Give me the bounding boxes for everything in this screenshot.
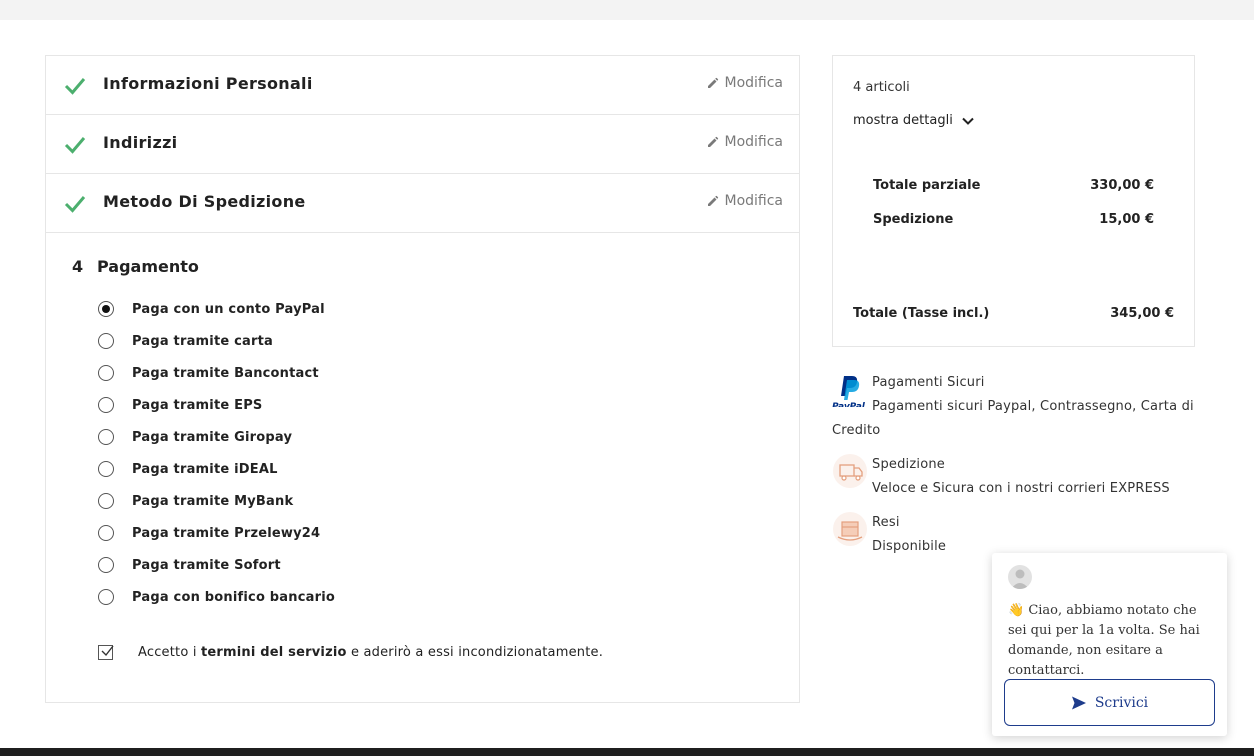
payment-option-bank-transfer[interactable]: Paga con bonifico bancario [98, 586, 335, 608]
reassurance-description: Veloce e Sicura con i nostri corrieri EX… [872, 481, 1170, 496]
chat-write-button[interactable]: Scrivici [1004, 679, 1215, 726]
payment-option-label: Paga tramite MyBank [132, 493, 294, 509]
checkmark-icon [64, 196, 86, 213]
reassurance-text: Spedizione Veloce e Sicura con i nostri … [832, 453, 1197, 501]
edit-shipping-method-button[interactable]: Modifica [707, 193, 783, 209]
payment-option-mybank[interactable]: Paga tramite MyBank [98, 490, 293, 512]
radio-button[interactable] [98, 301, 114, 317]
shipping-label: Spedizione [873, 212, 954, 227]
return-box-icon [833, 512, 867, 546]
pencil-icon [708, 195, 719, 206]
top-bar [0, 0, 1254, 20]
reassurance-title: Resi [872, 515, 900, 530]
payment-option-label: Paga tramite Sofort [132, 557, 281, 573]
footer-bar [0, 748, 1254, 756]
subtotal-label: Totale parziale [873, 178, 981, 193]
pencil-icon [708, 77, 719, 88]
reassurance-description: Pagamenti sicuri Paypal, Contrassegno, C… [832, 399, 1194, 438]
payment-option-paypal[interactable]: Paga con un conto PayPal [98, 298, 325, 320]
reassurance-title: Spedizione [872, 457, 945, 472]
delivery-truck-icon [833, 454, 867, 488]
edit-personal-info-button[interactable]: Modifica [707, 75, 783, 91]
payment-option-label: Paga tramite EPS [132, 397, 263, 413]
chat-button-label: Scrivici [1094, 694, 1149, 711]
step-title: Indirizzi [103, 133, 178, 152]
checkmark-icon [64, 78, 86, 95]
edit-label: Modifica [724, 193, 783, 209]
reassurance-returns: Resi Disponibile [832, 511, 1197, 559]
total-value: 345,00 € [1110, 306, 1174, 321]
payment-option-label: Paga con bonifico bancario [132, 589, 336, 605]
radio-button[interactable] [98, 589, 114, 605]
shipping-value: 15,00 € [1099, 212, 1154, 227]
payment-option-label: Paga tramite Przelewy24 [132, 525, 321, 541]
edit-label: Modifica [724, 75, 783, 91]
terms-text: Accetto i termini del servizio e aderirò… [138, 645, 603, 660]
pencil-icon [708, 136, 719, 147]
terms-prefix: Accetto i [138, 645, 201, 660]
subtotal-value: 330,00 € [1090, 178, 1154, 193]
wave-emoji: 👋 [1008, 603, 1025, 618]
svg-text:PayPal: PayPal [832, 402, 866, 407]
terms-checkbox[interactable] [98, 645, 114, 660]
reassurance-text: Resi Disponibile [832, 511, 1197, 559]
terms-of-service-link[interactable]: termini del servizio [201, 645, 347, 660]
reassurance-text: Pagamenti Sicuri Pagamenti sicuri Paypal… [832, 371, 1197, 443]
radio-button[interactable] [98, 333, 114, 349]
payment-option-bancontact[interactable]: Paga tramite Bancontact [98, 362, 319, 384]
step-title: Pagamento [97, 257, 199, 276]
payment-option-przelewy24[interactable]: Paga tramite Przelewy24 [98, 522, 320, 544]
send-icon [1071, 696, 1086, 709]
radio-button[interactable] [98, 397, 114, 413]
step-addresses: Indirizzi Modifica [46, 115, 799, 174]
reassurance-secure-payments: PayPal Pagamenti Sicuri Pagamenti sicuri… [832, 371, 1197, 443]
terms-suffix: e aderirò a essi incondizionatamente. [346, 645, 604, 660]
radio-button[interactable] [98, 461, 114, 477]
order-summary: 4 articoli mostra dettagli Totale parzia… [832, 55, 1195, 347]
reassurance-shipping: Spedizione Veloce e Sicura con i nostri … [832, 453, 1197, 501]
user-icon [1011, 569, 1029, 589]
step-number: 4 [72, 257, 84, 276]
payment-option-label: Paga tramite Giropay [132, 429, 293, 445]
show-details-toggle[interactable]: mostra dettagli [853, 113, 975, 128]
payment-option-label: Paga tramite Bancontact [132, 365, 319, 381]
radio-button[interactable] [98, 365, 114, 381]
chat-widget: 👋 Ciao, abbiamo notato che sei qui per l… [992, 553, 1227, 736]
terms-agreement: Accetto i termini del servizio e aderirò… [98, 645, 603, 660]
checkmark-icon [64, 137, 86, 154]
checkout-steps: Informazioni Personali Modifica Indirizz… [45, 55, 800, 703]
payment-option-label: Paga con un conto PayPal [132, 301, 325, 317]
payment-option-label: Paga tramite carta [132, 333, 273, 349]
edit-addresses-button[interactable]: Modifica [707, 134, 783, 150]
step-personal-info: Informazioni Personali Modifica [46, 56, 799, 115]
payment-option-label: Paga tramite iDEAL [132, 461, 278, 477]
chat-message-text: Ciao, abbiamo notato che sei qui per la … [1008, 603, 1200, 678]
radio-button[interactable] [98, 557, 114, 573]
radio-button[interactable] [98, 493, 114, 509]
step-shipping-method: Metodo Di Spedizione Modifica [46, 174, 799, 233]
payment-step-heading: 4 Pagamento [72, 257, 199, 276]
payment-option-sofort[interactable]: Paga tramite Sofort [98, 554, 281, 576]
edit-label: Modifica [724, 134, 783, 150]
payment-option-ideal[interactable]: Paga tramite iDEAL [98, 458, 278, 480]
payment-option-card[interactable]: Paga tramite carta [98, 330, 273, 352]
chevron-down-icon [962, 117, 974, 125]
check-icon [101, 645, 114, 657]
radio-button[interactable] [98, 525, 114, 541]
items-count: 4 articoli [853, 80, 910, 95]
total-label: Totale (Tasse incl.) [853, 306, 990, 321]
radio-button[interactable] [98, 429, 114, 445]
step-title: Metodo Di Spedizione [103, 192, 306, 211]
payment-option-giropay[interactable]: Paga tramite Giropay [98, 426, 292, 448]
step-title: Informazioni Personali [103, 74, 313, 93]
agent-avatar [1008, 565, 1032, 589]
paypal-logo: PayPal [832, 376, 866, 407]
reassurance-title: Pagamenti Sicuri [872, 375, 985, 390]
chat-message: 👋 Ciao, abbiamo notato che sei qui per l… [1008, 601, 1218, 681]
payment-option-eps[interactable]: Paga tramite EPS [98, 394, 262, 416]
show-details-label: mostra dettagli [853, 113, 953, 128]
